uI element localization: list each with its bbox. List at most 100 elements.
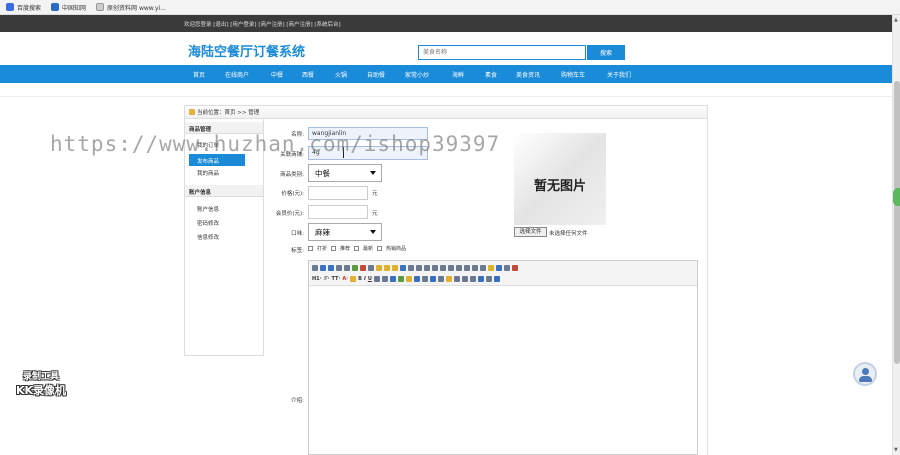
unlink-icon[interactable] [485,276,492,282]
vip-price-unit: 元 [372,211,378,217]
remove-format-icon[interactable] [389,276,396,282]
chevron-down-icon [370,171,376,175]
source-icon[interactable] [312,265,318,271]
nav-item-seafood[interactable]: 海鲜 [452,70,464,79]
undo-icon[interactable] [320,265,326,271]
category-label: 商品类别: [280,172,304,178]
nav-item-chinese[interactable]: 中餐 [271,70,283,79]
print-icon[interactable] [344,265,350,271]
tags-group: 打折 推荐 最新 热销商品 [308,245,406,252]
heading-dropdown[interactable]: H1· [312,276,322,282]
underline-icon[interactable]: U [368,276,372,282]
bookmark-label: 中国知网 [62,4,87,12]
page-scrollbar[interactable]: ▲ ▼ [892,15,900,455]
strikethrough-icon[interactable] [373,276,380,282]
select-all-icon[interactable] [400,265,406,271]
clear-format-icon[interactable] [488,265,494,271]
side-float-tab[interactable] [893,188,900,206]
hr-icon[interactable] [437,276,444,282]
scrollbar-thumb[interactable] [894,81,900,364]
font-family-dropdown[interactable]: ℱ· [324,276,330,282]
fullscreen-icon[interactable] [504,265,510,271]
tag-checkbox[interactable] [354,246,360,251]
vip-price-label: 会员价(元): [275,211,304,217]
taste-select[interactable]: 麻辣 [308,223,382,241]
nav-item-news[interactable]: 美食资讯 [516,70,540,79]
bookmark-item[interactable]: 百度搜索 [6,3,41,12]
bookmark-item[interactable]: 原创资料网 www.yi... [96,3,166,12]
category-select[interactable]: 中餐 [308,164,382,182]
emoticon-icon[interactable] [445,276,452,282]
italic-icon[interactable]: I [364,276,366,282]
paste-icon[interactable] [376,265,382,271]
copy-icon[interactable] [368,265,374,271]
sidebar-item-info[interactable]: 信息修改 [197,233,219,241]
map-icon[interactable] [453,276,460,282]
nav-item-about[interactable]: 关于我们 [607,70,631,79]
bold-icon[interactable]: B [358,276,362,282]
choose-file-button[interactable]: 选择文件 [514,227,547,237]
page-break-icon[interactable] [461,276,468,282]
flash-icon[interactable] [413,276,420,282]
line-height-icon[interactable] [381,276,388,282]
bookmark-item[interactable]: 中国知网 [51,3,86,12]
align-center-icon[interactable] [416,265,422,271]
unordered-list-icon[interactable] [448,265,454,271]
nav-item-buffet[interactable]: 自助餐 [367,70,385,79]
multi-image-icon[interactable] [405,276,412,282]
help-icon[interactable] [493,276,500,282]
nav-item-homestyle[interactable]: 家常小炒 [405,70,429,79]
search-button[interactable]: 搜索 [587,45,625,60]
align-justify-icon[interactable] [432,265,438,271]
tag-checkbox[interactable] [331,246,337,251]
preview-icon[interactable] [336,265,342,271]
tag-checkbox[interactable] [308,246,313,251]
file-status: 未选择任何文件 [549,231,588,237]
cut-icon[interactable] [360,265,366,271]
price-input[interactable] [308,186,368,200]
nav-item-cart[interactable]: 购物车车 [561,70,585,79]
media-icon[interactable] [421,276,428,282]
subscript-icon[interactable] [472,265,478,271]
nav-item-home[interactable]: 首页 [193,70,205,79]
find-icon[interactable] [496,265,502,271]
table-icon[interactable] [429,276,436,282]
sidebar-item-password[interactable]: 密码修改 [197,219,219,227]
scroll-down-icon[interactable]: ▼ [894,447,898,453]
top-links-text[interactable]: 欢迎您登录 [退出] [用户登录] [商户注册] [商户注册] [系统后台] [184,20,341,28]
sidebar-item-my-goods[interactable]: 我的商品 [197,169,219,177]
image-icon[interactable] [397,276,404,282]
indent-icon[interactable] [456,265,462,271]
superscript-icon[interactable] [480,265,486,271]
nav-item-western[interactable]: 西餐 [302,70,314,79]
font-color-dropdown[interactable]: A· [342,276,348,282]
align-right-icon[interactable] [424,265,430,271]
align-left-icon[interactable] [408,265,414,271]
vip-price-input[interactable] [308,205,368,219]
paste-text-icon[interactable] [384,265,390,271]
site-header: 海陆空餐厅订餐系统 搜索 [0,32,892,65]
tag-label: 打折 [317,246,328,252]
anchor-icon[interactable] [469,276,476,282]
outdent-icon[interactable] [464,265,470,271]
redo-icon[interactable] [328,265,334,271]
paste-word-icon[interactable] [392,265,398,271]
site-title[interactable]: 海陆空餐厅订餐系统 [188,41,305,60]
customer-service-avatar[interactable] [853,362,877,386]
link-icon[interactable] [477,276,484,282]
publish-form: 名称: wangjianlin 关联商铺: 4g 商品类别: 中餐 价格(元):… [264,119,708,455]
tag-checkbox[interactable] [377,246,383,251]
search-input[interactable] [418,45,586,60]
tag-label: 热销商品 [386,246,407,252]
sidebar-item-account[interactable]: 账户信息 [197,205,219,213]
template-icon[interactable] [352,265,358,271]
font-size-dropdown[interactable]: TT· [332,276,341,282]
highlight-icon[interactable] [350,276,357,282]
nav-item-merchants[interactable]: 在线商户 [225,70,249,79]
scroll-up-icon[interactable]: ▲ [894,17,898,23]
nav-item-vegetarian[interactable]: 素食 [485,70,497,79]
ordered-list-icon[interactable] [440,265,446,271]
breadcrumb: 当前位置：首页 >> 管理 [184,105,708,119]
about-icon[interactable] [512,265,518,271]
nav-item-hotpot[interactable]: 火锅 [335,70,347,79]
